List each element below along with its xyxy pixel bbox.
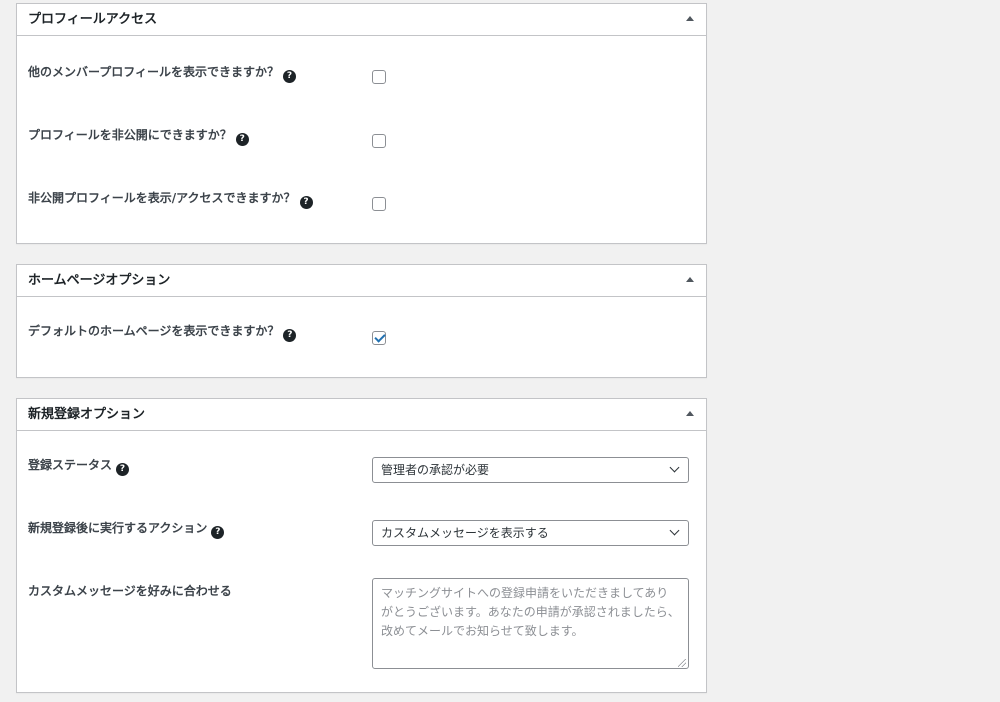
view-other-profiles-label: 他のメンバープロフィールを表示できますか？? bbox=[28, 64, 297, 83]
default-homepage-checkbox[interactable] bbox=[372, 331, 386, 345]
private-profile-label: プロフィールを非公開にできますか？? bbox=[28, 127, 249, 146]
homepage-options-title: ホームページオプション bbox=[28, 273, 171, 288]
profile-access-header: プロフィールアクセス bbox=[17, 4, 706, 36]
registration-status-label: 登録ステータス? bbox=[28, 457, 130, 476]
registration-status-value: 管理者の承認が必要 bbox=[381, 463, 490, 477]
chevron-down-icon bbox=[669, 462, 680, 473]
homepage-options-box: ホームページオプション デフォルトのホームページを表示できますか？? bbox=[16, 264, 707, 378]
custom-message-textarea[interactable]: マッチングサイトへの登録申請をいただきましてありがとうございます。あなたの申請が… bbox=[372, 578, 689, 669]
registration-options-box: 新規登録オプション 登録ステータス? 管理者の承認が必要 新規登録後に実行するア… bbox=[16, 398, 707, 693]
default-homepage-label: デフォルトのホームページを表示できますか？? bbox=[28, 323, 297, 342]
chevron-down-icon bbox=[669, 525, 680, 536]
homepage-options-header: ホームページオプション bbox=[17, 265, 706, 297]
post-registration-action-value: カスタムメッセージを表示する bbox=[381, 526, 549, 540]
registration-options-header: 新規登録オプション bbox=[17, 399, 706, 431]
profile-access-box: プロフィールアクセス 他のメンバープロフィールを表示できますか？? プロフィール… bbox=[16, 3, 707, 244]
help-icon[interactable]: ? bbox=[283, 329, 297, 342]
resize-handle[interactable] bbox=[678, 659, 686, 667]
view-private-profiles-label: 非公開プロフィールを表示/アクセスできますか？? bbox=[28, 190, 313, 209]
private-profile-checkbox[interactable] bbox=[372, 134, 386, 148]
toggle-arrow-icon[interactable] bbox=[686, 411, 694, 416]
toggle-arrow-icon[interactable] bbox=[686, 16, 694, 21]
toggle-arrow-icon[interactable] bbox=[686, 277, 694, 282]
registration-status-select[interactable]: 管理者の承認が必要 bbox=[372, 457, 689, 483]
help-icon[interactable]: ? bbox=[299, 196, 313, 209]
view-private-profiles-checkbox[interactable] bbox=[372, 197, 386, 211]
view-other-profiles-checkbox[interactable] bbox=[372, 70, 386, 84]
help-icon[interactable]: ? bbox=[211, 526, 225, 539]
custom-message-wrapper: マッチングサイトへの登録申請をいただきましてありがとうございます。あなたの申請が… bbox=[17, 578, 706, 669]
help-icon[interactable]: ? bbox=[116, 463, 130, 476]
help-icon[interactable]: ? bbox=[283, 70, 297, 83]
post-registration-action-select[interactable]: カスタムメッセージを表示する bbox=[372, 520, 689, 546]
post-registration-action-label: 新規登録後に実行するアクション? bbox=[28, 520, 225, 539]
profile-access-title: プロフィールアクセス bbox=[28, 12, 158, 27]
help-icon[interactable]: ? bbox=[235, 133, 249, 146]
registration-options-title: 新規登録オプション bbox=[28, 407, 146, 422]
